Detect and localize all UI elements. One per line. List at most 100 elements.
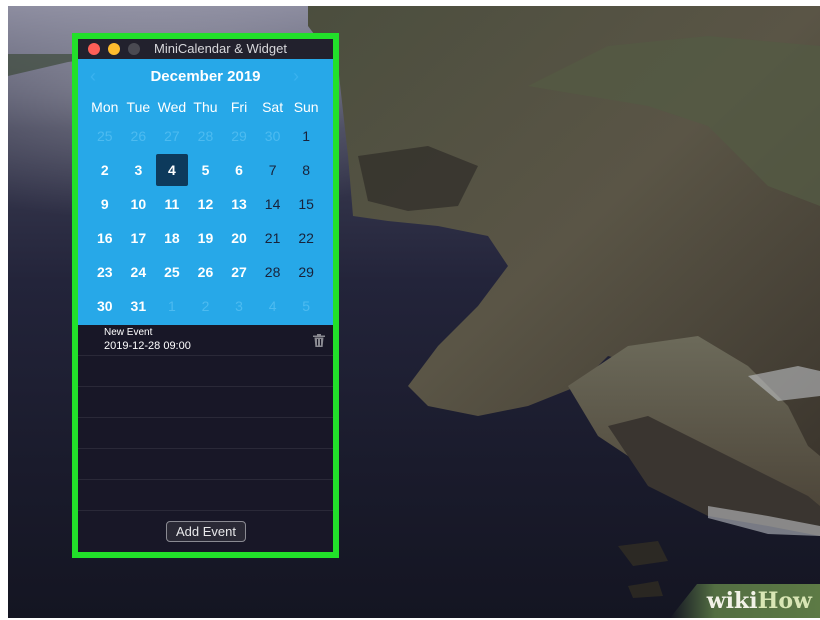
calendar-day[interactable]: 11 [155, 187, 189, 221]
calendar-day[interactable]: 6 [222, 153, 256, 187]
weekday-header: Thu [193, 99, 218, 115]
day-number: 28 [264, 264, 281, 280]
calendar-day[interactable]: 15 [289, 187, 323, 221]
calendar-day[interactable]: 30 [256, 119, 290, 153]
close-window-button[interactable] [88, 43, 100, 55]
weekday-header: Tue [126, 99, 151, 115]
minicalendar-window: MiniCalendar & Widget ‹ December 2019 › … [78, 39, 333, 552]
calendar-day[interactable]: 22 [289, 221, 323, 255]
day-number: 26 [130, 128, 147, 144]
calendar-day[interactable]: 25 [88, 119, 122, 153]
day-number: 12 [197, 196, 214, 212]
calendar-day[interactable]: 1 [155, 289, 189, 323]
day-number: 4 [268, 298, 277, 314]
day-number: 20 [231, 230, 247, 246]
calendar-day[interactable]: 26 [189, 255, 223, 289]
day-number: 22 [298, 230, 314, 246]
day-number: 10 [130, 196, 147, 212]
empty-event-row [78, 480, 333, 511]
calendar-day[interactable]: 19 [189, 221, 223, 255]
calendar-day[interactable]: 3 [222, 289, 256, 323]
day-number: 19 [197, 230, 214, 246]
calendar-day[interactable]: 14 [256, 187, 290, 221]
event-list: New Event 2019-12-28 09:00 [78, 325, 333, 515]
day-number: 6 [235, 162, 243, 178]
calendar-day[interactable]: 4 [256, 289, 290, 323]
day-number: 29 [298, 264, 314, 280]
day-number: 1 [302, 128, 311, 144]
day-number: 31 [130, 298, 147, 314]
weekday-header: Sun [293, 99, 319, 115]
calendar-day[interactable]: 23 [88, 255, 122, 289]
calendar-day[interactable]: 27 [155, 119, 189, 153]
calendar-day[interactable]: 2 [189, 289, 223, 323]
calendar-day[interactable]: 2 [88, 153, 122, 187]
calendar-day[interactable]: 28 [256, 255, 290, 289]
day-number: 28 [197, 128, 214, 144]
calendar-day[interactable]: 1 [289, 119, 323, 153]
day-number: 15 [298, 196, 314, 212]
calendar-day[interactable]: 10 [122, 187, 156, 221]
weekday-header: Mon [91, 99, 119, 115]
weekday-header: Fri [230, 99, 248, 115]
calendar-panel: ‹ December 2019 › Mon Tue Wed Thu Fri Sat Sun 2… [78, 59, 333, 325]
calendar-day[interactable]: 31 [122, 289, 156, 323]
day-number: 27 [164, 128, 180, 144]
empty-event-row [78, 387, 333, 418]
day-number: 29 [231, 128, 247, 144]
calendar-day[interactable]: 28 [189, 119, 223, 153]
empty-event-row [78, 356, 333, 387]
calendar-day[interactable]: 18 [155, 221, 189, 255]
day-number: 27 [231, 264, 247, 280]
calendar-day[interactable]: 29 [289, 255, 323, 289]
calendar-day[interactable]: 12 [189, 187, 223, 221]
minimize-window-button[interactable] [108, 43, 120, 55]
day-number: 23 [96, 264, 113, 280]
calendar-day[interactable]: 17 [122, 221, 156, 255]
calendar-day[interactable]: 30 [88, 289, 122, 323]
day-number: 25 [164, 264, 180, 280]
event-datetime: 2019-12-28 09:00 [104, 340, 191, 352]
day-number: 7 [268, 162, 277, 178]
day-number: 5 [302, 298, 311, 314]
weekday-header: Sat [262, 99, 284, 115]
empty-event-row [78, 449, 333, 480]
calendar-grid: Mon Tue Wed Thu Fri Sat Sun 25 26 27 28 29 30 1 2 3 4 5 6 7… [88, 95, 323, 323]
calendar-day[interactable]: 27 [222, 255, 256, 289]
calendar-day[interactable]: 8 [289, 153, 323, 187]
calendar-day[interactable]: 3 [122, 153, 156, 187]
calendar-day[interactable]: 24 [122, 255, 156, 289]
calendar-day[interactable]: 16 [88, 221, 122, 255]
calendar-day[interactable]: 20 [222, 221, 256, 255]
zoom-window-button[interactable] [128, 43, 140, 55]
day-number: 17 [130, 230, 147, 246]
day-number: 13 [231, 196, 247, 212]
weekday-header: Wed [157, 99, 187, 115]
day-number: 8 [302, 162, 311, 178]
calendar-day[interactable]: 5 [189, 153, 223, 187]
calendar-day[interactable]: 21 [256, 221, 290, 255]
day-number: 11 [164, 196, 180, 212]
day-number: 3 [235, 298, 243, 314]
calendar-day[interactable]: 5 [289, 289, 323, 323]
day-number: 5 [201, 162, 210, 178]
calendar-day-today[interactable]: 4 [155, 153, 189, 187]
day-number: 16 [96, 230, 113, 246]
calendar-day[interactable]: 26 [122, 119, 156, 153]
day-number: 3 [134, 162, 143, 178]
add-event-button[interactable]: Add Event [166, 521, 246, 542]
empty-event-row [78, 418, 333, 449]
event-row[interactable]: New Event 2019-12-28 09:00 [78, 325, 333, 356]
calendar-day[interactable]: 9 [88, 187, 122, 221]
day-number: 24 [130, 264, 147, 280]
calendar-day[interactable]: 29 [222, 119, 256, 153]
day-number: 2 [100, 162, 109, 178]
calendar-day[interactable]: 7 [256, 153, 290, 187]
day-number: 26 [197, 264, 214, 280]
day-number: 21 [264, 230, 281, 246]
next-month-button[interactable]: › [289, 65, 303, 87]
calendar-day[interactable]: 13 [222, 187, 256, 221]
calendar-day[interactable]: 25 [155, 255, 189, 289]
title-bar[interactable]: MiniCalendar & Widget [78, 39, 333, 59]
trash-icon[interactable] [313, 334, 325, 347]
